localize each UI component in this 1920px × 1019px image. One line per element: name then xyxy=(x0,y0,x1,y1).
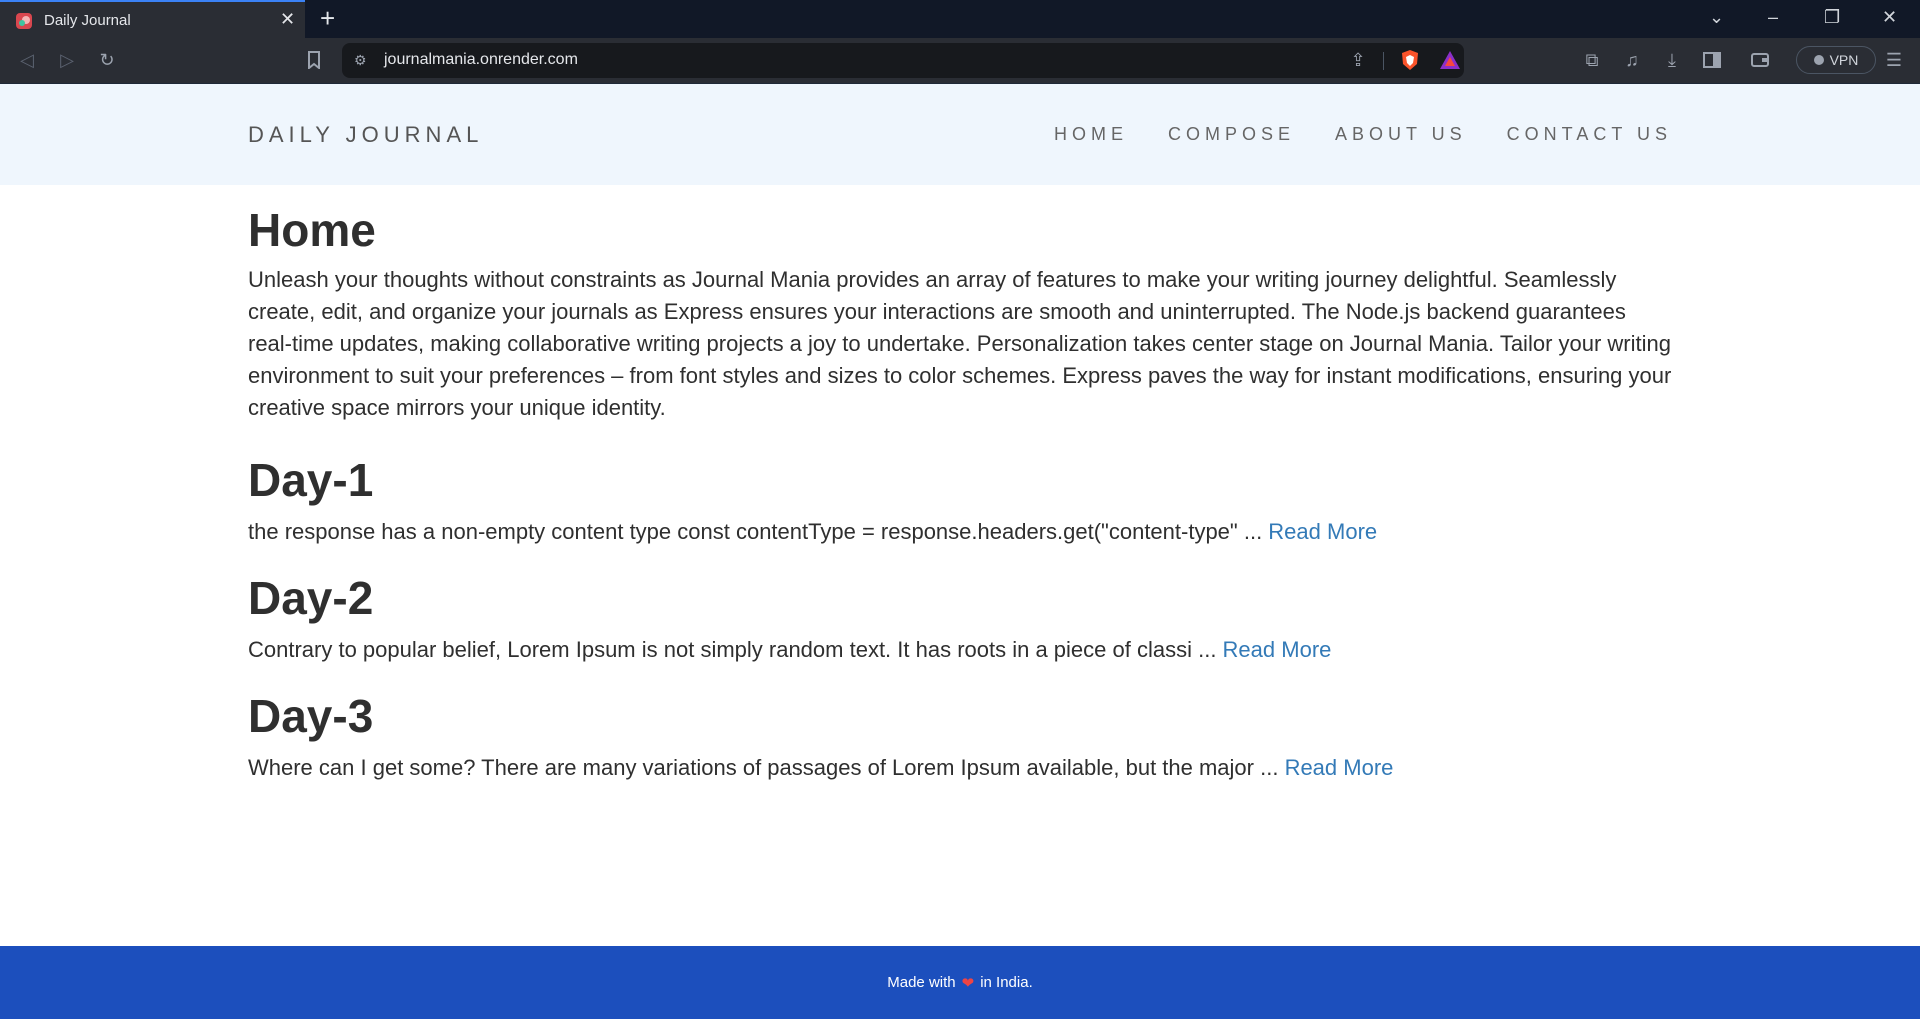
read-more-link[interactable]: Read More xyxy=(1223,637,1332,662)
nav-contact-us[interactable]: CONTACT US xyxy=(1507,124,1672,145)
brand-logo[interactable]: DAILY JOURNAL xyxy=(248,122,483,148)
post-title: Day-3 xyxy=(248,690,374,742)
music-icon[interactable]: ♫ xyxy=(1620,48,1644,72)
footer-text-after: in India. xyxy=(980,974,1033,991)
nav-about-us[interactable]: ABOUT US xyxy=(1335,124,1467,145)
browser-tab-strip: Daily Journal ✕ + ⌄ – ❐ ✕ xyxy=(0,0,1920,38)
heart-icon: ❤ xyxy=(961,974,975,992)
post-title: Day-1 xyxy=(248,454,374,506)
close-tab-icon[interactable]: ✕ xyxy=(280,10,295,28)
bookmark-icon[interactable] xyxy=(302,48,326,72)
read-more-link[interactable]: Read More xyxy=(1285,755,1394,780)
post-excerpt-text: Where can I get some? There are many var… xyxy=(248,755,1285,780)
main-content: Home Unleash your thoughts without const… xyxy=(248,200,1672,784)
tab-search-icon[interactable]: ⌄ xyxy=(1709,6,1724,28)
new-tab-icon[interactable]: + xyxy=(320,5,335,31)
tab-title: Daily Journal xyxy=(44,12,131,29)
close-window-icon[interactable]: ✕ xyxy=(1882,6,1897,28)
vpn-button[interactable]: VPN xyxy=(1796,46,1876,74)
post-excerpt: the response has a non-empty content typ… xyxy=(248,516,1672,548)
site-info-icon[interactable]: ⚙ xyxy=(354,52,367,69)
post-excerpt: Contrary to popular belief, Lorem Ipsum … xyxy=(248,634,1672,666)
back-icon[interactable]: ◁ xyxy=(15,48,39,72)
main-nav: HOME COMPOSE ABOUT US CONTACT US xyxy=(1054,124,1672,145)
site-navbar: DAILY JOURNAL HOME COMPOSE ABOUT US CONT… xyxy=(0,84,1920,185)
forward-icon[interactable]: ▷ xyxy=(55,48,79,72)
page-title: Home xyxy=(248,204,376,256)
read-more-link[interactable]: Read More xyxy=(1268,519,1377,544)
omnibox-divider xyxy=(1383,52,1384,70)
site-favicon-icon xyxy=(16,13,32,29)
footer-text-before: Made with xyxy=(887,974,956,991)
restore-icon[interactable]: ❐ xyxy=(1824,6,1840,28)
url-text: journalmania.onrender.com xyxy=(384,51,578,68)
post-excerpt-text: the response has a non-empty content typ… xyxy=(248,519,1269,544)
address-bar[interactable]: ⚙ journalmania.onrender.com ⇪ xyxy=(342,43,1464,78)
nav-home[interactable]: HOME xyxy=(1054,124,1128,145)
download-icon[interactable]: ⤓ xyxy=(1660,48,1684,72)
share-icon[interactable]: ⇪ xyxy=(1346,48,1370,72)
wallet-icon[interactable] xyxy=(1748,48,1772,72)
vpn-label: VPN xyxy=(1829,52,1859,68)
site-footer: Made with ❤ in India. xyxy=(0,946,1920,1019)
post-title: Day-2 xyxy=(248,572,374,624)
brave-rewards-icon[interactable] xyxy=(1438,48,1462,72)
nav-compose[interactable]: COMPOSE xyxy=(1168,124,1295,145)
hamburger-icon[interactable]: ☰ xyxy=(1882,48,1906,72)
post-excerpt: Where can I get some? There are many var… xyxy=(248,752,1672,784)
intro-paragraph: Unleash your thoughts without constraint… xyxy=(248,267,1672,420)
browser-toolbar: ◁ ▷ ↻ ⚙ journalmania.onrender.com ⇪ ⧉ ♫ … xyxy=(0,38,1920,84)
post-excerpt-text: Contrary to popular belief, Lorem Ipsum … xyxy=(248,637,1223,662)
browser-tab[interactable]: Daily Journal ✕ xyxy=(0,0,305,38)
sidebar-icon[interactable] xyxy=(1700,48,1724,72)
reload-icon[interactable]: ↻ xyxy=(95,48,119,72)
brave-shields-icon[interactable] xyxy=(1398,48,1422,72)
vpn-status-icon xyxy=(1813,55,1824,65)
puzzle-icon[interactable]: ⧉ xyxy=(1580,48,1604,72)
minimize-icon[interactable]: – xyxy=(1768,6,1778,28)
